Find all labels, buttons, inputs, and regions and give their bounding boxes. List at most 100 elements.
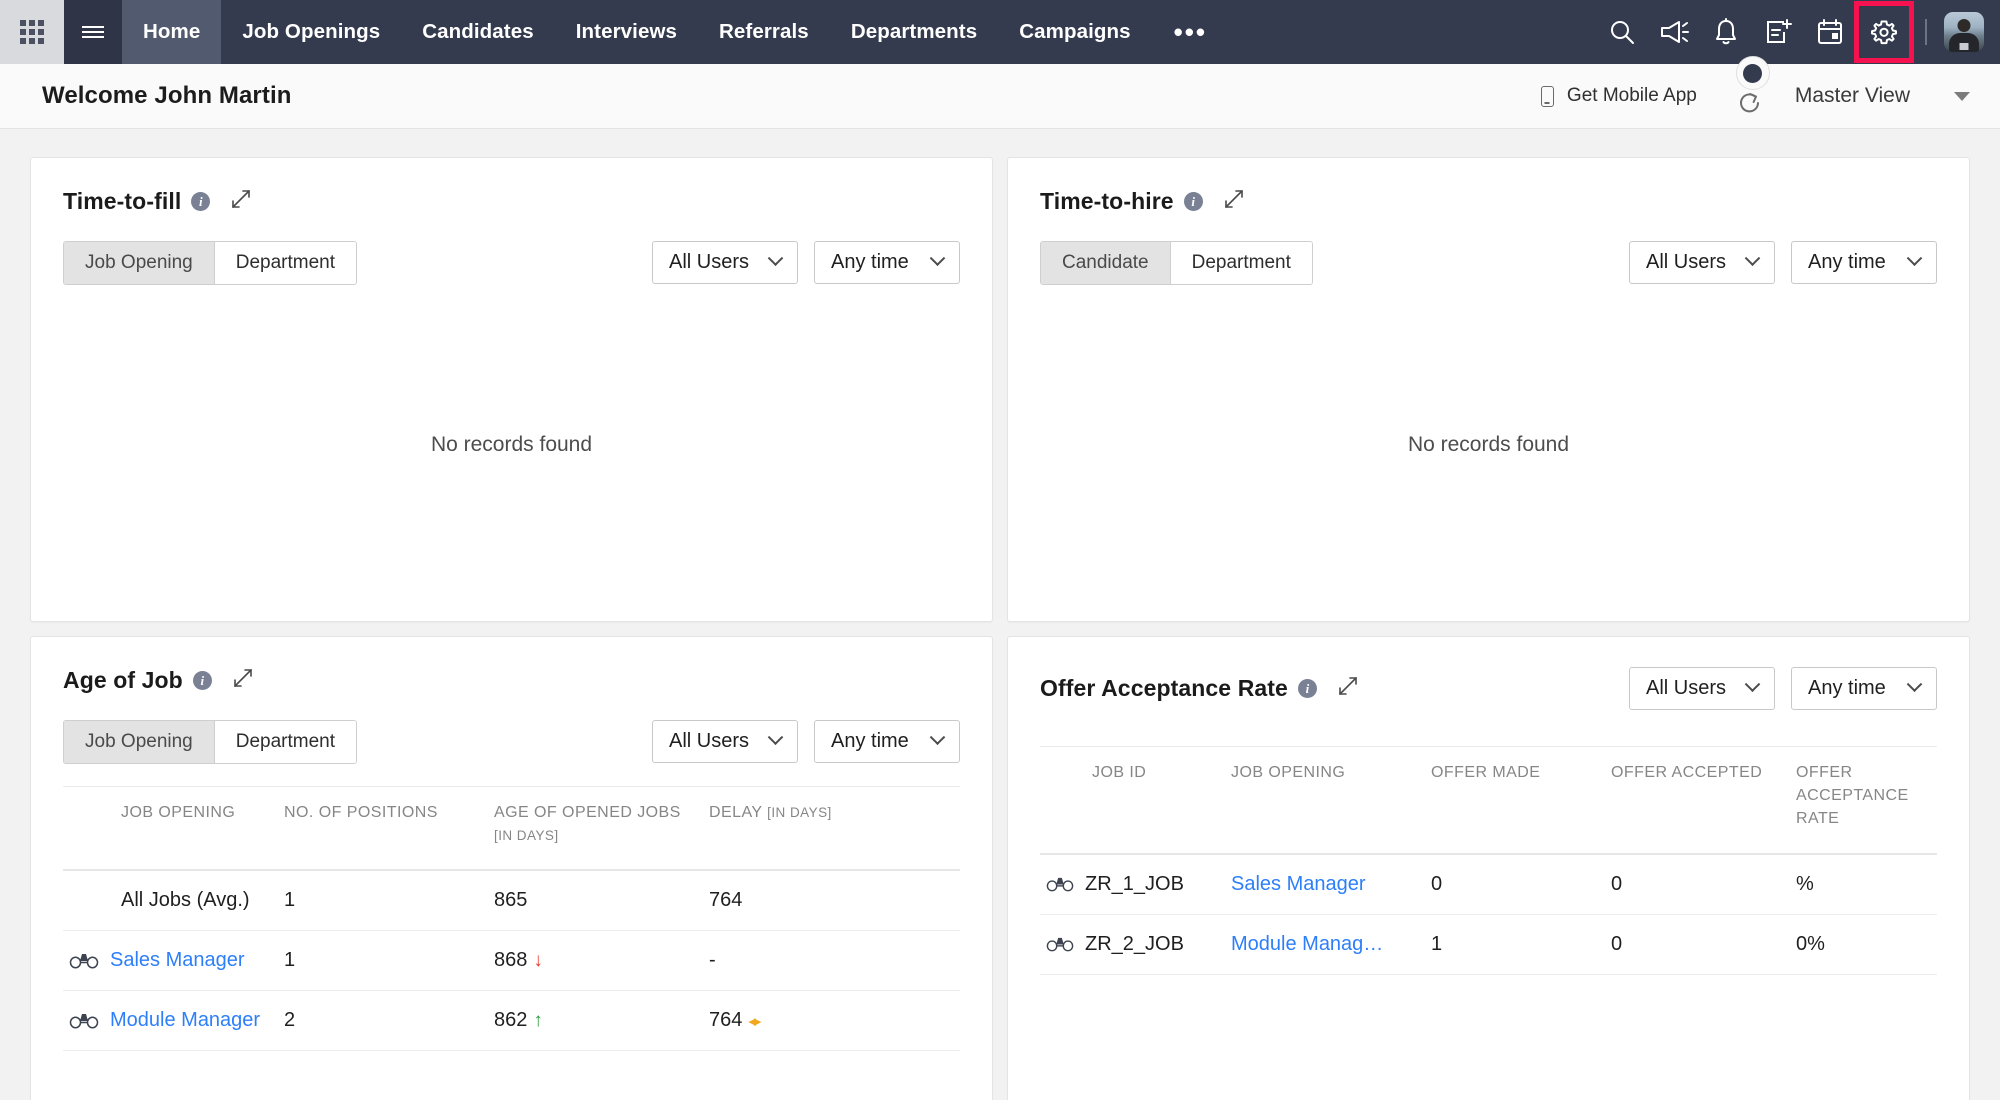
card-title: Age of Job bbox=[63, 667, 183, 694]
info-icon[interactable]: i bbox=[1184, 192, 1203, 211]
cell-rate: % bbox=[1790, 854, 1937, 915]
binoculars-icon[interactable] bbox=[69, 952, 99, 969]
table-header-row: JOB ID JOB OPENING OFFER MADE OFFER ACCE… bbox=[1040, 747, 1937, 854]
table-header-row: JOB OPENING NO. OF POSITIONS AGE OF OPEN… bbox=[63, 787, 960, 871]
col-job-opening: JOB OPENING bbox=[1225, 747, 1425, 854]
offer-acceptance-table: JOB ID JOB OPENING OFFER MADE OFFER ACCE… bbox=[1040, 746, 1937, 975]
cell-age-value: 868 bbox=[494, 949, 527, 971]
refresh-icon[interactable] bbox=[1731, 74, 1775, 118]
expand-icon[interactable] bbox=[230, 188, 252, 215]
toggle-job-opening[interactable]: Job Opening bbox=[64, 242, 214, 284]
col-offer-made: OFFER MADE bbox=[1425, 747, 1605, 854]
user-filter-label: All Users bbox=[1646, 251, 1726, 274]
info-icon[interactable]: i bbox=[193, 671, 212, 690]
chevron-down-icon bbox=[1745, 676, 1761, 692]
get-mobile-app-button[interactable]: Get Mobile App bbox=[1541, 85, 1697, 107]
expand-icon[interactable] bbox=[1223, 188, 1245, 215]
toggle-job-opening[interactable]: Job Opening bbox=[64, 721, 214, 763]
search-icon[interactable] bbox=[1596, 0, 1648, 64]
cell-offer-accepted: 0 bbox=[1605, 854, 1790, 915]
tab-home[interactable]: Home bbox=[122, 0, 221, 64]
toggle-candidate[interactable]: Candidate bbox=[1041, 242, 1170, 284]
time-filter-dropdown[interactable]: Any time bbox=[1791, 241, 1937, 284]
cell-job-opening-link[interactable]: Module Manag… bbox=[1225, 914, 1425, 974]
cell-job-opening-link[interactable]: Sales Manager bbox=[110, 949, 245, 972]
binoculars-icon[interactable] bbox=[69, 1012, 99, 1029]
user-filter-dropdown[interactable]: All Users bbox=[1629, 667, 1775, 710]
card-title: Time-to-fill bbox=[63, 188, 181, 215]
trend-up-icon: ↑ bbox=[533, 1010, 543, 1031]
table-row: All Jobs (Avg.) 1 865 764 bbox=[63, 870, 960, 931]
cell-job-opening: Sales Manager bbox=[63, 931, 278, 991]
hamburger-icon[interactable] bbox=[64, 0, 122, 64]
card-controls: Candidate Department All Users Any time bbox=[1040, 241, 1937, 285]
card-header: Offer Acceptance Rate i All Users Any ti… bbox=[1040, 667, 1937, 710]
cell-job-id: ZR_2_JOB bbox=[1040, 914, 1225, 974]
bell-icon[interactable] bbox=[1700, 0, 1752, 64]
sub-header-actions: Get Mobile App Master View bbox=[1541, 74, 1970, 118]
user-filter-dropdown[interactable]: All Users bbox=[1629, 241, 1775, 284]
megaphone-icon[interactable] bbox=[1648, 0, 1700, 64]
tab-interviews[interactable]: Interviews bbox=[555, 0, 698, 64]
tab-candidates[interactable]: Candidates bbox=[401, 0, 555, 64]
cell-job-opening-link[interactable]: Module Manager bbox=[110, 1009, 260, 1032]
refresh-status-badge bbox=[1736, 56, 1770, 90]
age-of-job-table: JOB OPENING NO. OF POSITIONS AGE OF OPEN… bbox=[63, 786, 960, 1051]
time-filter-label: Any time bbox=[831, 251, 909, 274]
group-by-toggle: Job Opening Department bbox=[63, 720, 357, 764]
phone-icon bbox=[1541, 86, 1554, 107]
expand-icon[interactable] bbox=[232, 667, 254, 694]
group-by-toggle: Job Opening Department bbox=[63, 241, 357, 285]
time-filter-dropdown[interactable]: Any time bbox=[814, 720, 960, 763]
chevron-down-icon bbox=[930, 250, 946, 266]
card-title: Offer Acceptance Rate bbox=[1040, 675, 1288, 702]
page-title: Welcome John Martin bbox=[42, 82, 292, 110]
calendar-icon[interactable] bbox=[1804, 0, 1856, 64]
toggle-department[interactable]: Department bbox=[214, 242, 356, 284]
gear-icon[interactable] bbox=[1856, 3, 1912, 61]
grid-apps-icon[interactable] bbox=[0, 0, 64, 64]
tab-campaigns[interactable]: Campaigns bbox=[998, 0, 1151, 64]
cell-job-id-value: ZR_1_JOB bbox=[1085, 873, 1184, 896]
time-filter-label: Any time bbox=[1808, 677, 1886, 700]
info-icon[interactable]: i bbox=[1298, 679, 1317, 698]
cell-delay: 764 bbox=[703, 870, 960, 931]
tab-referrals[interactable]: Referrals bbox=[698, 0, 830, 64]
time-filter-label: Any time bbox=[1808, 251, 1886, 274]
nav-divider bbox=[1925, 19, 1927, 45]
chevron-down-icon bbox=[768, 250, 784, 266]
time-filter-dropdown[interactable]: Any time bbox=[814, 241, 960, 284]
binoculars-icon[interactable] bbox=[1046, 876, 1074, 892]
user-filter-dropdown[interactable]: All Users bbox=[652, 241, 798, 284]
add-note-icon[interactable] bbox=[1752, 0, 1804, 64]
card-controls: Job Opening Department All Users Any tim… bbox=[63, 241, 960, 285]
tab-departments[interactable]: Departments bbox=[830, 0, 998, 64]
chevron-down-icon bbox=[930, 729, 946, 745]
toggle-department[interactable]: Department bbox=[1170, 242, 1312, 284]
chevron-down-icon bbox=[1907, 676, 1923, 692]
table-row: Sales Manager 1 868↓ - bbox=[63, 931, 960, 991]
user-filter-dropdown[interactable]: All Users bbox=[652, 720, 798, 763]
empty-state-message: No records found bbox=[1008, 433, 1969, 457]
card-time-to-fill: Time-to-fill i Job Opening Department Al… bbox=[30, 157, 993, 622]
col-no-of-positions: NO. OF POSITIONS bbox=[278, 787, 488, 871]
view-selector[interactable]: Master View bbox=[1795, 84, 1970, 108]
col-age-label: AGE OF OPENED JOBS bbox=[494, 804, 681, 821]
more-tabs-button[interactable]: ••• bbox=[1152, 0, 1229, 64]
table-row: ZR_1_JOB Sales Manager 0 0 % bbox=[1040, 854, 1937, 915]
toggle-department[interactable]: Department bbox=[214, 721, 356, 763]
expand-icon[interactable] bbox=[1337, 675, 1359, 702]
col-delay-label: DELAY bbox=[709, 804, 762, 821]
cell-age: 865 bbox=[488, 870, 703, 931]
cell-job-opening-link[interactable]: Sales Manager bbox=[1225, 854, 1425, 915]
cell-rate: 0% bbox=[1790, 914, 1937, 974]
table-row: Module Manager 2 862↑ 764◂▸ bbox=[63, 991, 960, 1051]
info-icon[interactable]: i bbox=[191, 192, 210, 211]
cell-job-id: ZR_1_JOB bbox=[1040, 854, 1225, 915]
avatar[interactable] bbox=[1944, 12, 1984, 52]
nav-tabs: Home Job Openings Candidates Interviews … bbox=[122, 0, 1229, 64]
cell-job-opening: Module Manager bbox=[63, 991, 278, 1051]
binoculars-icon[interactable] bbox=[1046, 936, 1074, 952]
time-filter-dropdown[interactable]: Any time bbox=[1791, 667, 1937, 710]
tab-job-openings[interactable]: Job Openings bbox=[221, 0, 401, 64]
